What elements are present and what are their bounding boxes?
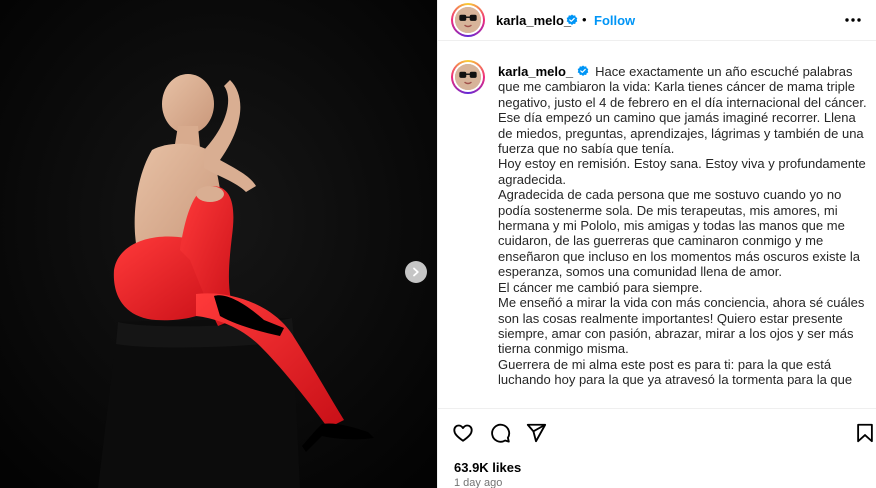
caption-line: Me enseñó a mirar la vida con más concie… xyxy=(498,295,865,357)
post-panel: karla_melo_ • Follow karla_melo_ Hace ex… xyxy=(437,0,876,488)
caption-username[interactable]: karla_melo_ xyxy=(498,64,573,79)
caption-paragraph-1: karla_melo_ Hace exactamente un año escuc… xyxy=(498,64,870,156)
comment-icon[interactable] xyxy=(489,422,511,444)
post-caption: karla_melo_ Hace exactamente un año escuc… xyxy=(438,52,876,408)
caption-avatar[interactable] xyxy=(451,60,485,94)
likes-count[interactable]: 63.9K likes xyxy=(454,460,521,475)
heart-icon[interactable] xyxy=(452,422,474,444)
verified-badge-icon xyxy=(577,65,589,76)
avatar-image xyxy=(455,7,481,33)
post-media[interactable] xyxy=(0,0,437,488)
bookmark-icon[interactable] xyxy=(854,422,876,444)
caption-line: Guerrera de mi alma este post es para ti… xyxy=(498,356,853,388)
share-icon[interactable] xyxy=(525,422,547,444)
caption-text: karla_melo_ Hace exactamente un año escuc… xyxy=(498,64,870,388)
next-slide-button[interactable] xyxy=(405,261,427,283)
avatar-image xyxy=(455,64,481,90)
separator-dot: • xyxy=(582,12,587,27)
post-timestamp[interactable]: 1 day ago xyxy=(454,477,502,488)
caption-line: Hoy estoy en remisión. Estoy sana. Estoy… xyxy=(498,156,866,187)
more-options-icon[interactable] xyxy=(843,12,863,28)
post-header: karla_melo_ • Follow xyxy=(438,0,876,41)
verified-badge-icon xyxy=(566,14,578,25)
avatar[interactable] xyxy=(451,3,485,37)
username[interactable]: karla_melo_ xyxy=(496,13,571,28)
chevron-right-icon xyxy=(413,267,419,277)
caption-line: El cáncer me cambió para siempre. xyxy=(498,279,703,295)
caption-line: Agradecida de cada persona que me sostuv… xyxy=(498,187,861,280)
post-photo xyxy=(0,0,437,488)
follow-button[interactable]: Follow xyxy=(594,13,635,28)
post-actions: 63.9K likes 1 day ago xyxy=(438,408,876,488)
